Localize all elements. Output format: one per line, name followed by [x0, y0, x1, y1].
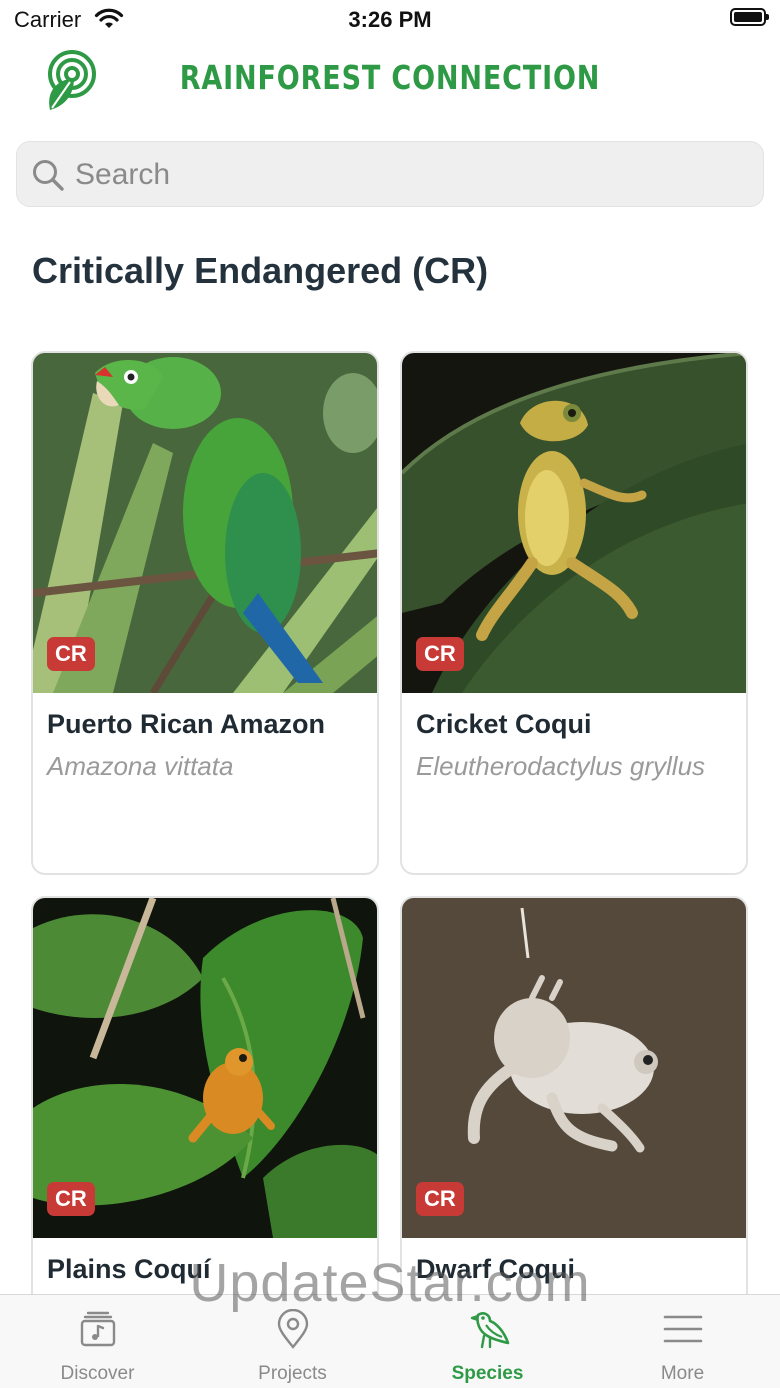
- tab-label: More: [660, 1363, 705, 1384]
- species-common-name: Dwarf Coqui: [416, 1254, 575, 1284]
- species-photo: CR: [33, 898, 377, 1238]
- species-common-name: Plains Coquí: [47, 1254, 211, 1284]
- tab-projects[interactable]: Projects: [195, 1295, 390, 1388]
- cr-badge: CR: [416, 1182, 464, 1216]
- app-header: RAINFOREST CONNECTION: [0, 40, 780, 120]
- species-common-name: Cricket Coqui: [416, 709, 592, 739]
- species-card[interactable]: CR Dwarf Coqui: [400, 896, 748, 1316]
- brand-title: RAINFOREST CONNECTION: [179, 58, 601, 97]
- tab-label: Projects: [258, 1363, 327, 1384]
- species-photo: CR: [33, 353, 377, 693]
- species-scientific-name: Eleutherodactylus gryllus: [416, 751, 706, 781]
- search-icon: [33, 160, 64, 191]
- species-card[interactable]: CR Puerto Rican Amazon Amazona vittata: [31, 351, 379, 875]
- bird-icon: [470, 1312, 510, 1349]
- tab-more[interactable]: More: [585, 1295, 780, 1388]
- battery-icon: [730, 8, 769, 26]
- tab-bar: Discover Projects Species More: [0, 1294, 780, 1388]
- menu-icon: [663, 1315, 703, 1343]
- tab-discover[interactable]: Discover: [0, 1295, 195, 1388]
- status-time: 3:26 PM: [348, 7, 432, 32]
- discover-icon: [80, 1311, 116, 1347]
- cr-badge: CR: [47, 1182, 95, 1216]
- species-photo: CR: [402, 898, 746, 1238]
- cr-badge: CR: [47, 637, 95, 671]
- section-title: Critically Endangered (CR): [32, 250, 489, 291]
- species-scientific-name: Amazona vittata: [47, 751, 234, 781]
- cr-badge: CR: [416, 637, 464, 671]
- tab-label: Species: [451, 1363, 524, 1384]
- tab-species[interactable]: Species: [390, 1295, 585, 1388]
- map-pin-icon: [277, 1309, 309, 1349]
- species-photo: CR: [402, 353, 746, 693]
- search-input[interactable]: [73, 154, 737, 196]
- species-card[interactable]: CR Cricket Coqui Eleutherodactylus gryll…: [400, 351, 748, 875]
- tab-label: Discover: [60, 1363, 135, 1384]
- species-common-name: Puerto Rican Amazon: [47, 709, 326, 739]
- search-bar[interactable]: [16, 141, 764, 207]
- species-card[interactable]: CR Plains Coquí: [31, 896, 379, 1316]
- status-bar: Carrier 3:26 PM: [0, 0, 780, 40]
